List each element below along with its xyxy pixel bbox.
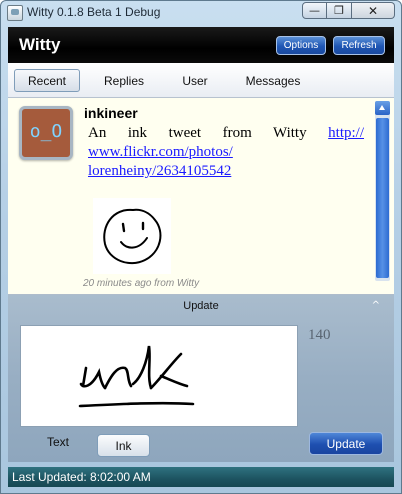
tab-replies[interactable]: Replies [94, 69, 154, 92]
title-bar[interactable]: Witty 0.1.8 Beta 1 Debug — ❐ ✕ [1, 1, 401, 25]
avatar[interactable]: o_O [19, 106, 73, 160]
smiley-face-drawing [103, 208, 162, 265]
tweet-list: o_O inkineer An ink tweet from Witty htt… [8, 98, 394, 295]
character-counter: 140 [308, 327, 331, 343]
window-controls: — ❐ ✕ [302, 2, 395, 21]
tweet-body: An ink tweet from Witty [88, 125, 307, 141]
last-updated-status: Last Updated: 8:02:00 AM [12, 470, 151, 484]
tweet-link-line3: lorenheiny/2634105542 [88, 163, 232, 179]
tweet-link-line1: http:// [328, 125, 364, 141]
tweet-timestamp: 20 minutes ago from Witty [83, 278, 200, 289]
ink-mode-toggle[interactable]: Ink [97, 434, 150, 457]
ink-input-canvas[interactable] [20, 325, 298, 427]
collapse-chevron-icon[interactable]: ^ [372, 300, 380, 311]
minimize-button[interactable]: — [302, 2, 327, 19]
scroll-thumb[interactable] [376, 118, 389, 278]
close-icon: ✕ [367, 3, 379, 18]
minimize-icon: — [309, 4, 320, 17]
app-window: Witty 0.1.8 Beta 1 Debug — ❐ ✕ Witty Opt… [0, 0, 402, 494]
maximize-button[interactable]: ❐ [327, 2, 352, 19]
app-name: Witty [19, 35, 61, 54]
update-panel-title: Update [183, 300, 219, 312]
tweet-list-scrollbar[interactable] [375, 101, 390, 281]
close-button[interactable]: ✕ [352, 2, 395, 19]
update-panel: Update ^ 140 Text Ink Update [8, 295, 394, 462]
status-bar: Last Updated: 8:02:00 AM [8, 467, 394, 487]
tweet-link-line2: www.flickr.com/photos/ [88, 144, 233, 160]
tab-bar: Recent Replies User Messages [8, 63, 394, 98]
tab-messages[interactable]: Messages [236, 69, 310, 92]
tweet-username[interactable]: inkineer [84, 105, 138, 121]
scroll-up-arrow-icon[interactable] [375, 101, 390, 115]
tab-user[interactable]: User [170, 69, 220, 92]
app-header: Witty Options Refresh [8, 27, 394, 63]
tweet-text: An ink tweet from Witty http:// www.flic… [88, 124, 364, 181]
options-button[interactable]: Options [276, 36, 326, 55]
app-window-icon [7, 5, 23, 21]
maximize-icon: ❐ [334, 4, 344, 17]
update-button[interactable]: Update [309, 432, 383, 455]
avatar-face: o_O [29, 121, 63, 142]
tab-recent[interactable]: Recent [14, 69, 80, 92]
window-title: Witty 0.1.8 Beta 1 Debug [27, 5, 161, 19]
refresh-button[interactable]: Refresh [333, 36, 385, 55]
tweet-ink-image[interactable] [93, 198, 171, 274]
ink-word-drawing [78, 345, 195, 408]
text-mode-toggle[interactable]: Text [38, 435, 78, 449]
